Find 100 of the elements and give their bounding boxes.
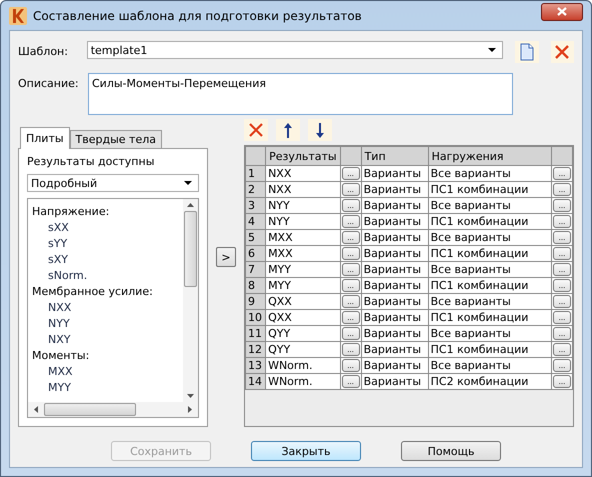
table-cell: NXX <box>266 166 340 182</box>
dialog-button[interactable]: Помощь <box>401 441 501 461</box>
table-cell: NYY <box>266 214 340 230</box>
list-item[interactable]: NXY <box>48 333 70 347</box>
table-cell: Все варианты <box>428 230 552 246</box>
table-cell: Варианты <box>361 294 428 310</box>
move-down-button[interactable] <box>308 119 332 141</box>
table-cell: NYY <box>266 198 340 214</box>
ellipsis-button[interactable]: ... <box>552 343 571 356</box>
new-document-button[interactable] <box>515 41 539 63</box>
document-icon <box>520 43 534 61</box>
dropdown-arrow-icon <box>488 48 496 52</box>
ellipsis-button[interactable]: ... <box>552 295 571 308</box>
ellipsis-button[interactable]: ... <box>342 295 360 308</box>
ellipsis-button[interactable]: ... <box>552 215 571 228</box>
scroll-down-icon[interactable] <box>187 394 194 398</box>
vertical-scrollbar[interactable] <box>183 199 198 402</box>
dialog-button[interactable]: Закрыть <box>251 441 361 461</box>
scroll-up-icon[interactable] <box>187 203 194 207</box>
list-item[interactable]: sXX <box>48 221 69 235</box>
table-cell: MYY <box>266 278 340 294</box>
mode-dropdown[interactable]: Подробный <box>27 174 199 192</box>
ellipsis-button[interactable]: ... <box>342 199 360 212</box>
ellipsis-button[interactable]: ... <box>552 375 571 388</box>
ellipsis-button[interactable]: ... <box>552 231 571 244</box>
table-cell: ПС1 комбинации <box>428 342 552 358</box>
move-up-button[interactable] <box>276 119 300 141</box>
ellipsis-button[interactable]: ... <box>342 359 360 372</box>
table-cell: Варианты <box>361 166 428 182</box>
table-cell: Варианты <box>361 230 428 246</box>
table-cell: Все варианты <box>428 358 552 374</box>
ellipsis-button[interactable]: ... <box>342 279 360 292</box>
ellipsis-button[interactable]: ... <box>552 167 571 180</box>
ellipsis-button[interactable]: ... <box>342 215 360 228</box>
ellipsis-button[interactable]: ... <box>342 327 360 340</box>
row-number: 8 <box>246 278 266 294</box>
ellipsis-button[interactable]: ... <box>342 247 360 260</box>
row-number: 9 <box>246 294 266 310</box>
ellipsis-button[interactable]: ... <box>342 167 360 180</box>
row-number: 11 <box>246 326 266 342</box>
table-cell: Все варианты <box>428 166 552 182</box>
scroll-left-icon[interactable] <box>34 406 38 413</box>
list-item[interactable]: NYY <box>48 317 70 331</box>
table-cell: Все варианты <box>428 326 552 342</box>
table-cell: Все варианты <box>428 294 552 310</box>
ellipsis-button[interactable]: ... <box>342 343 360 356</box>
list-item[interactable]: sXY <box>48 253 68 267</box>
ellipsis-button[interactable]: ... <box>552 183 571 196</box>
table-cell: QXX <box>266 310 340 326</box>
list-group[interactable]: Напряжение: <box>32 205 110 219</box>
column-header: Тип <box>361 146 428 166</box>
table-cell: Все варианты <box>428 198 552 214</box>
window-title: Составление шаблона для подготовки результатов <box>33 8 363 22</box>
table-cell: Варианты <box>361 278 428 294</box>
ellipsis-button[interactable]: ... <box>552 279 571 292</box>
row-number: 3 <box>246 198 266 214</box>
list-item[interactable]: MXX <box>48 365 73 379</box>
ellipsis-button[interactable]: ... <box>552 199 571 212</box>
ellipsis-button[interactable]: ... <box>342 263 360 276</box>
list-group[interactable]: Мембранное усилие: <box>32 285 153 299</box>
template-dropdown[interactable]: template1 <box>86 41 504 59</box>
row-number: 1 <box>246 166 266 182</box>
horizontal-scrollbar[interactable] <box>28 402 198 417</box>
row-number: 7 <box>246 262 266 278</box>
list-group[interactable]: Моменты: <box>32 349 90 363</box>
row-number: 13 <box>246 358 266 374</box>
list-item[interactable]: MYY <box>48 381 71 395</box>
tab[interactable]: Твердые тела <box>70 130 162 148</box>
table-cell: QYY <box>266 326 340 342</box>
table-cell: Варианты <box>361 262 428 278</box>
delete-button[interactable] <box>550 41 574 63</box>
table-cell: Варианты <box>361 182 428 198</box>
row-number: 12 <box>246 342 266 358</box>
close-button[interactable] <box>541 2 583 20</box>
ellipsis-button[interactable]: ... <box>552 359 571 372</box>
ellipsis-button[interactable]: ... <box>342 183 360 196</box>
ellipsis-button[interactable]: ... <box>342 311 360 324</box>
list-item[interactable]: sYY <box>48 237 68 251</box>
table-cell: WNorm. <box>266 358 340 374</box>
list-item[interactable]: NXX <box>48 301 72 315</box>
table-cell: Варианты <box>361 342 428 358</box>
column-header: Нагружения <box>428 146 552 166</box>
add-button[interactable]: > <box>216 247 236 267</box>
ellipsis-button[interactable]: ... <box>342 375 360 388</box>
ellipsis-button[interactable]: ... <box>552 327 571 340</box>
tab[interactable]: Плиты <box>20 127 70 149</box>
list-item[interactable]: sNorm. <box>48 269 88 283</box>
table-cell: MYY <box>266 262 340 278</box>
scroll-right-icon[interactable] <box>188 406 192 413</box>
ellipsis-button[interactable]: ... <box>552 311 571 324</box>
ellipsis-button[interactable]: ... <box>552 247 571 260</box>
row-number: 6 <box>246 246 266 262</box>
ellipsis-button[interactable]: ... <box>342 231 360 244</box>
row-number: 14 <box>246 374 266 390</box>
table-cell: MXX <box>266 230 340 246</box>
table-cell: ПС1 комбинации <box>428 310 552 326</box>
column-header: Результаты <box>266 146 340 166</box>
description-field[interactable]: Силы-Моменты-Перемещения <box>88 73 513 115</box>
ellipsis-button[interactable]: ... <box>552 263 571 276</box>
delete-button[interactable] <box>244 119 268 141</box>
